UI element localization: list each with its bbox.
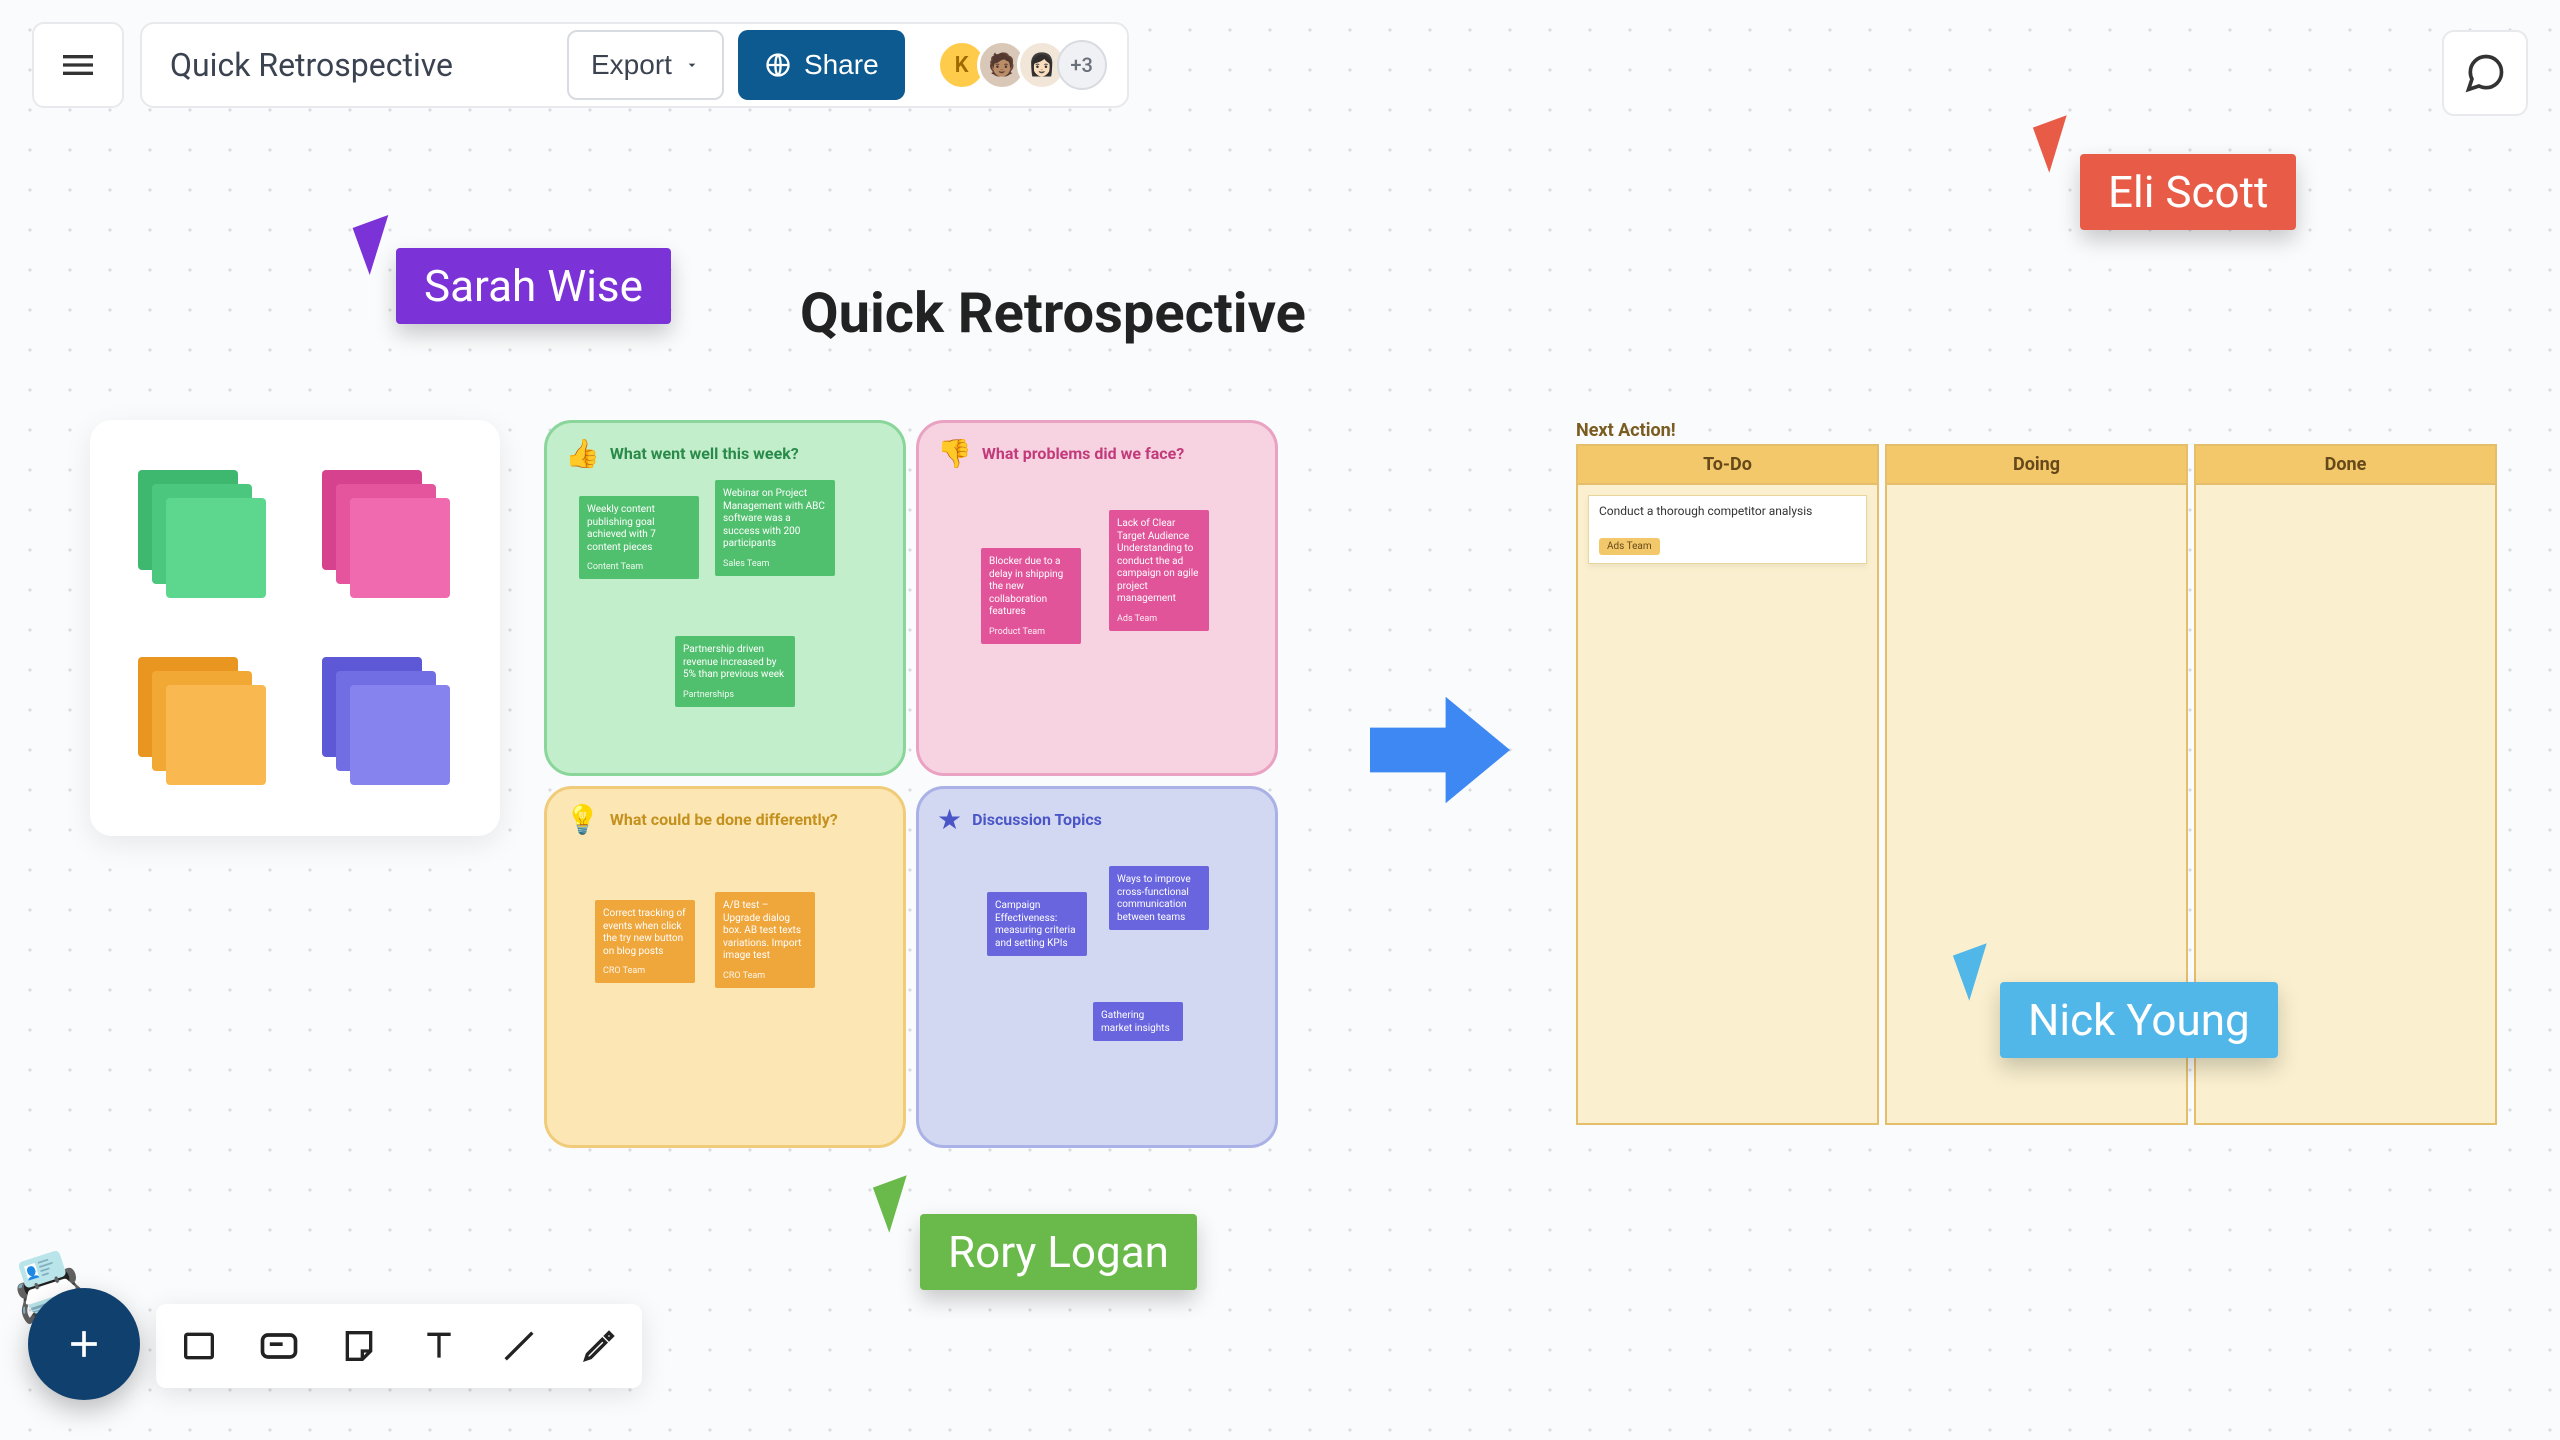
line-icon [499,1326,539,1366]
cursor-label: Eli Scott [2080,154,2296,230]
sticky-palette[interactable] [90,420,500,836]
cursor-label: Rory Logan [920,1214,1197,1290]
sticky-stack-orange[interactable] [138,657,268,787]
quadrant-title: What problems did we face? [982,444,1184,463]
kanban-header: To-Do [1578,446,1877,485]
menu-button[interactable] [32,22,124,108]
rectangle-icon [179,1326,219,1366]
cursor-label: Sarah Wise [396,248,671,324]
globe-icon [764,51,792,79]
card-icon [257,1324,301,1368]
sticky-note[interactable]: Gathering market insights [1093,1002,1183,1041]
retro-quadrants[interactable]: 👍 What went well this week? Weekly conte… [544,420,1278,1148]
kanban-header: Doing [1887,446,2186,485]
export-label: Export [591,49,672,81]
note-team: Ads Team [1117,614,1201,625]
note-text: Ways to improve cross-functional communi… [1117,874,1201,924]
sticky-note[interactable]: Campaign Effectiveness: measuring criter… [987,892,1087,956]
star-icon: ★ [937,803,962,836]
cursor-eli: Eli Scott [2040,120,2296,230]
canvas-heading[interactable]: Quick Retrospective [800,280,1306,346]
quadrant-title: What went well this week? [610,444,799,463]
share-label: Share [804,49,879,81]
tool-line[interactable] [494,1321,544,1371]
sticky-note[interactable]: Blocker due to a delay in shipping the n… [981,548,1081,644]
export-button[interactable]: Export [567,30,724,100]
thumbs-up-icon: 👍 [565,437,600,470]
add-button[interactable] [28,1288,140,1400]
sticky-note[interactable]: Webinar on Project Management with ABC s… [715,480,835,576]
tool-text[interactable] [414,1321,464,1371]
lightbulb-icon: 💡 [565,803,600,836]
quadrant-problems[interactable]: 👎 What problems did we face? Blocker due… [916,420,1278,776]
arrow-right-icon[interactable] [1370,690,1510,810]
cursor-arrow-icon [873,1175,923,1232]
card-tag: Ads Team [1599,538,1660,555]
note-team: Content Team [587,562,691,573]
highlighter-icon [579,1326,619,1366]
cursor-arrow-icon [1953,943,2003,1000]
sticky-note[interactable]: Lack of Clear Target Audience Understand… [1109,510,1209,631]
chevron-down-icon [684,57,700,73]
note-text: Partnership driven revenue increased by … [683,644,787,682]
cursor-nick: Nick Young [1960,948,2278,1058]
thumbs-down-icon: 👎 [937,437,972,470]
sticky-note-icon [339,1326,379,1366]
tool-shape[interactable] [174,1321,224,1371]
note-team: CRO Team [723,971,807,982]
note-text: Correct tracking of events when click th… [603,908,687,958]
cursor-arrow-icon [2033,115,2083,172]
cursor-label: Nick Young [2000,982,2278,1058]
sticky-stack-purple[interactable] [322,657,452,787]
cursor-sarah: Sarah Wise [360,220,671,324]
bottom-toolbar [156,1304,642,1388]
quadrant-differently[interactable]: 💡 What could be done differently? Correc… [544,786,906,1148]
tool-card[interactable] [254,1321,304,1371]
collaborator-avatars[interactable]: K 🧑🏽 👩🏻 +3 [937,40,1107,90]
note-team: Sales Team [723,559,827,570]
quadrant-title: What could be done differently? [610,810,838,829]
quadrant-title: Discussion Topics [972,810,1102,829]
note-text: Gathering market insights [1101,1010,1175,1035]
sticky-note[interactable]: Correct tracking of events when click th… [595,900,695,983]
text-icon [419,1326,459,1366]
sticky-stack-green[interactable] [138,470,268,600]
plus-icon [62,1322,106,1366]
sticky-note[interactable]: Weekly content publishing goal achieved … [579,496,699,579]
tool-sticky[interactable] [334,1321,384,1371]
quadrant-discussion[interactable]: ★ Discussion Topics Campaign Effectivene… [916,786,1278,1148]
document-title[interactable]: Quick Retrospective [170,46,553,84]
note-team: Partnerships [683,690,787,701]
avatar-more[interactable]: +3 [1057,40,1107,90]
note-text: A/B test – Upgrade dialog box. AB test t… [723,900,807,963]
kanban-card[interactable]: Conduct a thorough competitor analysis A… [1588,495,1867,564]
top-bar: Quick Retrospective Export Share K 🧑🏽 👩🏻… [32,22,1129,108]
hamburger-icon [58,45,98,85]
note-team: Product Team [989,627,1073,638]
comment-icon [2463,51,2507,95]
quadrant-well[interactable]: 👍 What went well this week? Weekly conte… [544,420,906,776]
note-text: Blocker due to a delay in shipping the n… [989,556,1073,619]
cursor-rory: Rory Logan [880,1180,1197,1290]
sticky-note[interactable]: Partnership driven revenue increased by … [675,636,795,707]
note-text: Weekly content publishing goal achieved … [587,504,691,554]
share-button[interactable]: Share [738,30,905,100]
note-text: Webinar on Project Management with ABC s… [723,488,827,551]
note-text: Lack of Clear Target Audience Understand… [1117,518,1201,606]
kanban-header: Done [2196,446,2495,485]
sticky-stack-pink[interactable] [322,470,452,600]
card-text: Conduct a thorough competitor analysis [1599,504,1856,518]
note-team: CRO Team [603,966,687,977]
title-bar: Quick Retrospective Export Share K 🧑🏽 👩🏻… [140,22,1129,108]
kanban-column-todo[interactable]: To-Do Conduct a thorough competitor anal… [1576,444,1879,1125]
tool-highlighter[interactable] [574,1321,624,1371]
note-text: Campaign Effectiveness: measuring criter… [995,900,1079,950]
sticky-note[interactable]: Ways to improve cross-functional communi… [1109,866,1209,930]
comments-button[interactable] [2442,30,2528,116]
kanban-title[interactable]: Next Action! [1576,420,1676,441]
sticky-note[interactable]: A/B test – Upgrade dialog box. AB test t… [715,892,815,988]
